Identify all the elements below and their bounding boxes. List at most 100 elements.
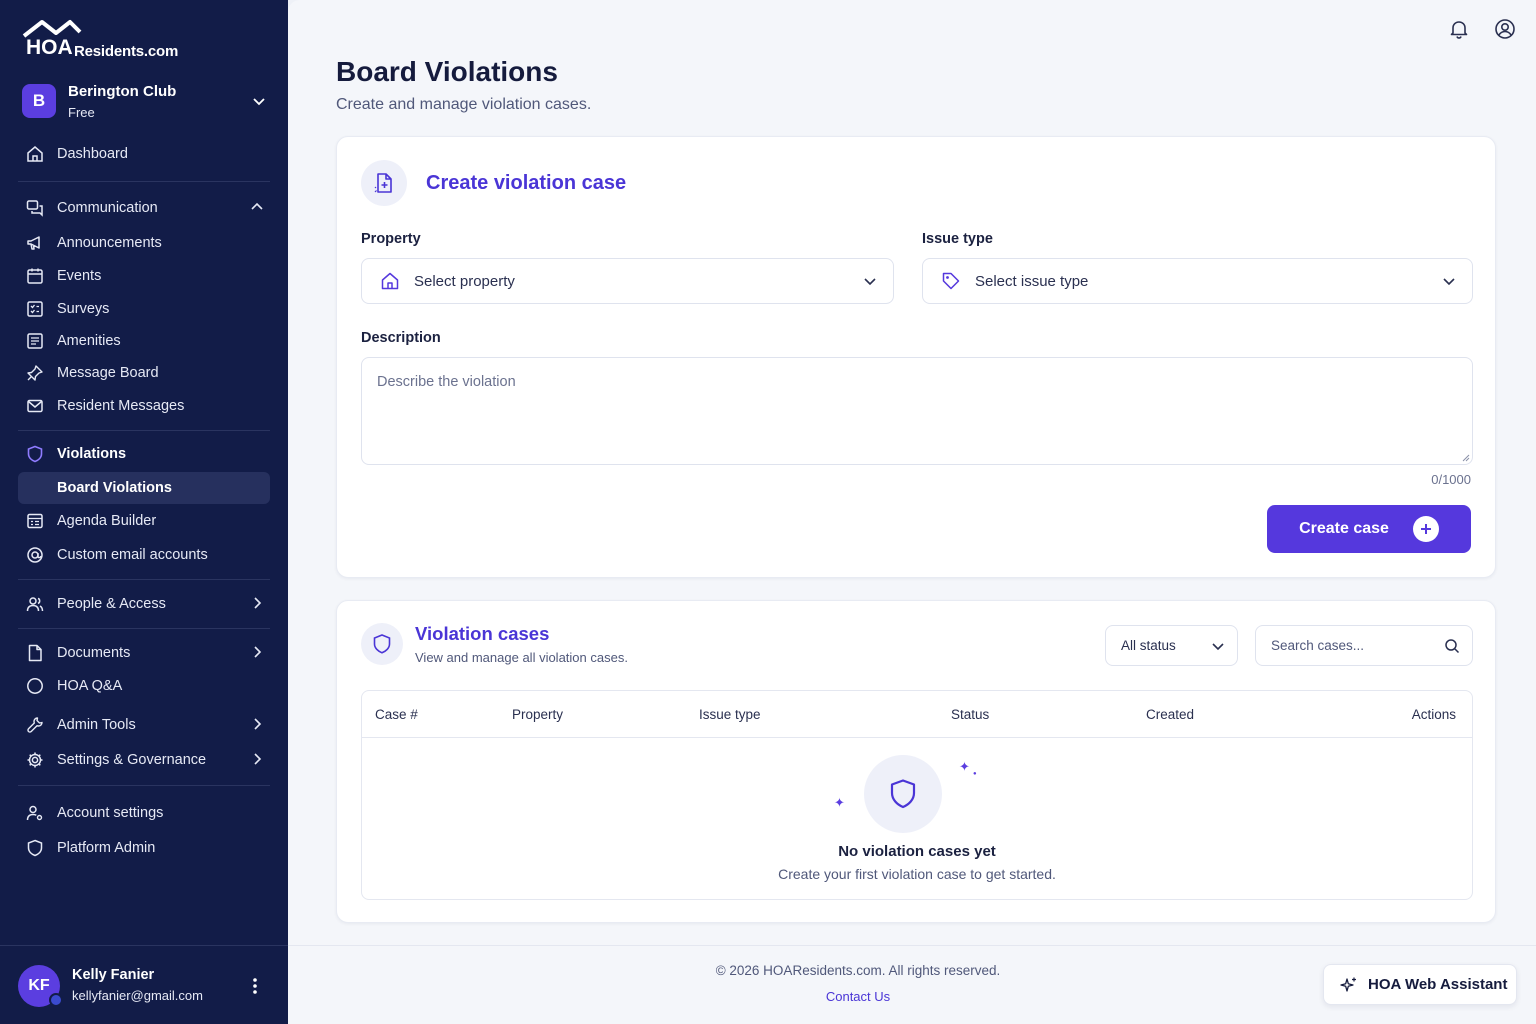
- agenda-icon: [26, 512, 44, 530]
- sidebar-item-admin-tools[interactable]: Admin Tools: [18, 709, 270, 741]
- hoa-logo[interactable]: HOA Residents.com: [22, 18, 192, 62]
- chevron-right-icon: [254, 597, 262, 609]
- column-header-case[interactable]: Case #: [375, 707, 418, 722]
- chevron-right-icon: [254, 718, 262, 730]
- empty-state-shield-icon: [864, 755, 942, 833]
- sidebar-item-account-settings[interactable]: Account settings: [18, 797, 270, 829]
- description-textarea[interactable]: Describe the violation: [361, 357, 1473, 465]
- sidebar-item-label: Settings & Governance: [57, 752, 207, 768]
- contact-us-link[interactable]: Contact Us: [288, 989, 1428, 1004]
- divider: [18, 430, 270, 431]
- home-icon: [26, 145, 44, 163]
- hoa-web-assistant-button[interactable]: HOA Web Assistant: [1323, 964, 1517, 1005]
- svg-text:HOA: HOA: [26, 36, 73, 59]
- sidebar-item-custom-email[interactable]: Custom email accounts: [18, 539, 270, 571]
- sidebar-item-platform-admin[interactable]: Platform Admin: [18, 832, 270, 864]
- sidebar-item-label: Events: [57, 268, 102, 284]
- org-switcher[interactable]: B Berington Club Free: [20, 82, 270, 122]
- sidebar-item-agenda-builder[interactable]: Agenda Builder: [18, 505, 270, 537]
- create-case-label: Create case: [1299, 520, 1389, 537]
- bell-icon[interactable]: [1448, 18, 1470, 40]
- create-case-button[interactable]: Create case: [1267, 505, 1471, 553]
- resize-handle-icon[interactable]: [1460, 452, 1470, 462]
- sidebar-item-announcements[interactable]: Announcements: [18, 227, 270, 259]
- sidebar-item-settings-governance[interactable]: Settings & Governance: [18, 744, 270, 776]
- circle-icon: [26, 677, 44, 695]
- sidebar-item-communication[interactable]: Communication: [18, 192, 270, 224]
- footer-divider: [288, 945, 1536, 946]
- sidebar-item-board-violations[interactable]: Board Violations: [18, 472, 270, 504]
- violation-cases-card: Violation cases View and manage all viol…: [336, 600, 1496, 923]
- sidebar-item-label: Account settings: [57, 805, 164, 821]
- chevron-down-icon: [253, 98, 265, 106]
- chevron-right-icon: [254, 753, 262, 765]
- tag-icon: [941, 271, 961, 291]
- shield-icon: [361, 623, 403, 665]
- column-header-created[interactable]: Created: [1146, 707, 1194, 722]
- page-subtitle: Create and manage violation cases.: [336, 96, 592, 113]
- issue-type-label: Issue type: [922, 231, 993, 247]
- issue-type-select-value: Select issue type: [975, 272, 1089, 290]
- issue-type-select[interactable]: Select issue type: [922, 258, 1473, 304]
- org-plan: Free: [68, 105, 95, 120]
- gear-icon: [26, 751, 44, 769]
- sidebar-item-label: Admin Tools: [57, 717, 136, 733]
- house-logo-icon: HOA: [22, 20, 82, 59]
- column-header-property[interactable]: Property: [512, 707, 563, 722]
- column-header-status[interactable]: Status: [951, 707, 989, 722]
- file-plus-icon: [361, 160, 407, 206]
- shield-icon: [26, 445, 44, 463]
- violation-cases-subtitle: View and manage all violation cases.: [415, 650, 628, 665]
- sidebar: HOA Residents.com B Berington Club Free …: [0, 0, 288, 1024]
- sidebar-item-message-board[interactable]: Message Board: [18, 357, 270, 389]
- sidebar-item-surveys[interactable]: Surveys: [18, 293, 270, 325]
- chevron-down-icon: [1443, 278, 1455, 286]
- sidebar-item-people-access[interactable]: People & Access: [18, 588, 270, 620]
- org-name: Berington Club: [68, 83, 177, 100]
- checklist-icon: [26, 300, 44, 318]
- sidebar-item-label: Dashboard: [57, 146, 128, 162]
- divider: [18, 579, 270, 580]
- clipboard-icon: [26, 332, 44, 350]
- sidebar-item-resident-messages[interactable]: Resident Messages: [18, 390, 270, 422]
- top-bar-icons: [1448, 18, 1516, 40]
- chat-icon: [26, 199, 44, 217]
- home-icon: [380, 271, 400, 291]
- empty-state-subtitle: Create your first violation case to get …: [778, 866, 1056, 882]
- user-profile[interactable]: KF Kelly Fanier kellyfanier@gmail.com: [0, 945, 288, 1024]
- sidebar-item-violations[interactable]: Violations: [18, 438, 270, 470]
- sidebar-item-events[interactable]: Events: [18, 260, 270, 292]
- sidebar-item-label: HOA Q&A: [57, 678, 123, 694]
- megaphone-icon: [26, 234, 44, 252]
- sidebar-item-hoa-qa[interactable]: HOA Q&A: [18, 670, 270, 702]
- sidebar-item-label: Amenities: [57, 333, 121, 349]
- sidebar-item-label: Resident Messages: [57, 398, 185, 414]
- search-input[interactable]: Search cases...: [1255, 625, 1473, 666]
- search-placeholder: Search cases...: [1271, 638, 1365, 653]
- sparkle-icon: ✦: [959, 759, 970, 774]
- sidebar-item-label: Message Board: [57, 365, 159, 381]
- sidebar-item-label: Custom email accounts: [57, 547, 208, 563]
- violation-cases-title: Violation cases: [415, 623, 550, 644]
- shield-icon: [26, 839, 44, 857]
- plus-icon: [1412, 516, 1439, 542]
- sparkle-dot-icon: ●: [973, 771, 977, 777]
- assistant-label: HOA Web Assistant: [1368, 976, 1508, 993]
- column-header-issue-type[interactable]: Issue type: [699, 707, 761, 722]
- property-select[interactable]: Select property: [361, 258, 894, 304]
- empty-state-title: No violation cases yet: [838, 843, 996, 860]
- sidebar-item-amenities[interactable]: Amenities: [18, 325, 270, 357]
- status-filter-select[interactable]: All status: [1105, 625, 1238, 666]
- sidebar-item-label: Documents: [57, 645, 131, 661]
- user-settings-icon: [26, 804, 44, 822]
- more-vertical-icon[interactable]: [248, 976, 262, 996]
- page-title: Board Violations: [336, 56, 558, 87]
- table-header: Case # Property Issue type Status Create…: [362, 691, 1472, 738]
- sidebar-item-label: Agenda Builder: [57, 513, 157, 529]
- sidebar-item-documents[interactable]: Documents: [18, 637, 270, 669]
- footer-copyright: © 2026 HOAResidents.com. All rights rese…: [715, 963, 1001, 978]
- account-circle-icon[interactable]: [1494, 18, 1516, 40]
- sidebar-item-dashboard[interactable]: Dashboard: [18, 138, 270, 170]
- chevron-up-icon: [251, 202, 263, 210]
- divider: [18, 181, 270, 182]
